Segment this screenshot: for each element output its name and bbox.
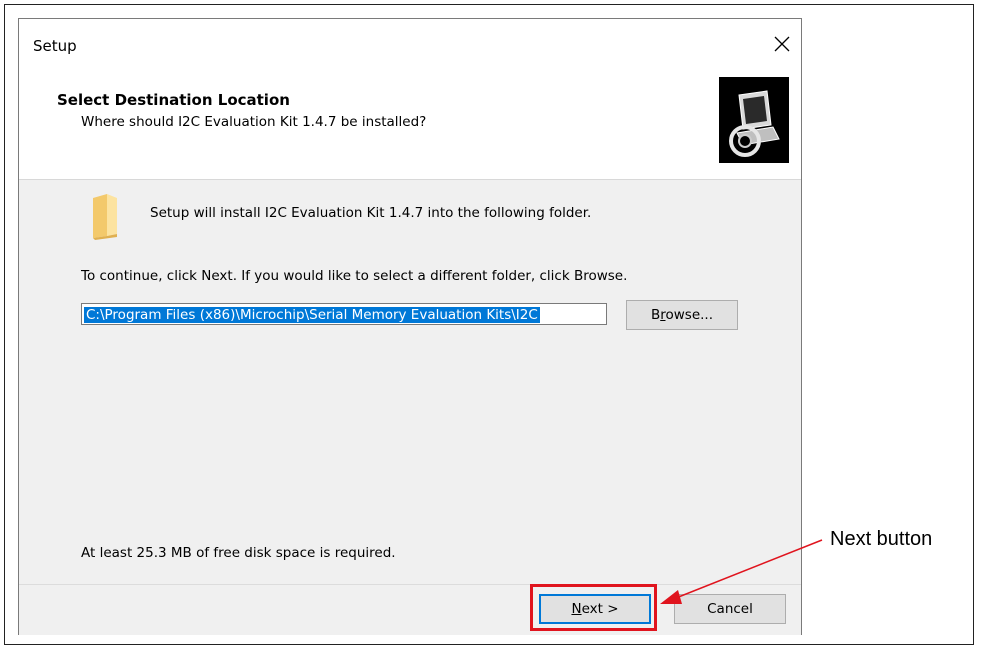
next-button-highlight [530, 584, 657, 631]
callout-label: Next button [830, 528, 933, 550]
computer-install-icon [719, 77, 789, 163]
continue-message: To continue, click Next. If you would li… [81, 268, 628, 284]
wizard-footer: Next > Cancel [19, 584, 801, 635]
page-subtitle: Where should I2C Evaluation Kit 1.4.7 be… [81, 114, 427, 130]
close-button[interactable] [767, 29, 797, 59]
page-title: Select Destination Location [57, 91, 290, 109]
close-icon [774, 36, 790, 52]
folder-icon [93, 194, 117, 240]
disk-space-message: At least 25.3 MB of free disk space is r… [81, 545, 396, 561]
setup-dialog: Setup Select Destination Location Where … [18, 18, 802, 635]
browse-label-post: owse... [665, 307, 714, 323]
cancel-button[interactable]: Cancel [674, 594, 786, 624]
wizard-header: Select Destination Location Where should… [19, 69, 801, 180]
browse-label-pre: B [650, 307, 661, 323]
cancel-label: Cancel [707, 601, 753, 617]
wizard-body: Setup will install I2C Evaluation Kit 1.… [19, 180, 801, 584]
window-title: Setup [33, 37, 77, 55]
destination-path-input[interactable]: C:\Program Files (x86)\Microchip\Serial … [81, 303, 607, 325]
install-message: Setup will install I2C Evaluation Kit 1.… [150, 205, 592, 221]
title-bar: Setup [19, 19, 801, 69]
browse-button[interactable]: Browse... [626, 300, 738, 330]
destination-path-value: C:\Program Files (x86)\Microchip\Serial … [84, 307, 540, 323]
